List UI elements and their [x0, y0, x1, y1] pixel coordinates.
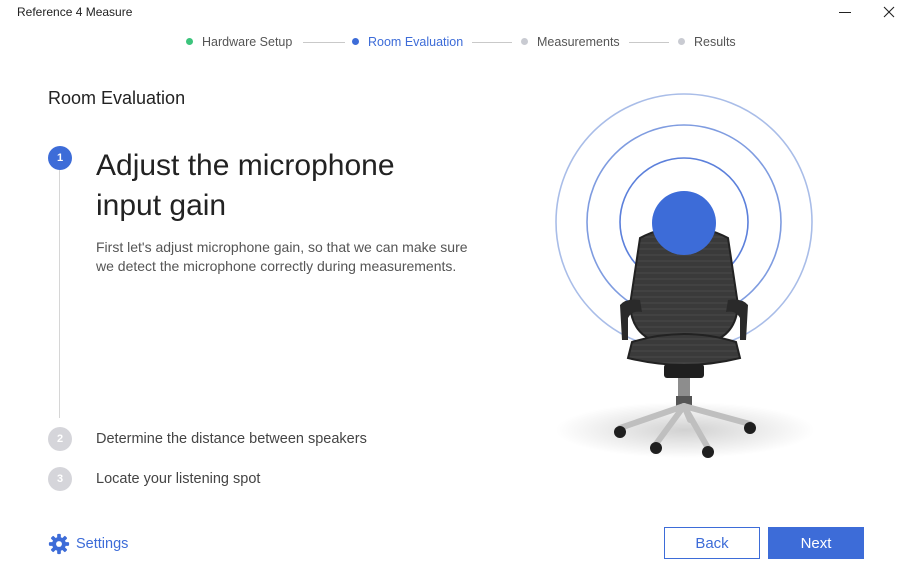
progress-connector: [303, 42, 345, 43]
gear-icon: [48, 533, 70, 555]
progress-connector: [629, 42, 669, 43]
progress-connector: [472, 42, 512, 43]
minimize-icon[interactable]: [837, 4, 853, 20]
chair-illustration: [540, 90, 830, 470]
active-step-description: First let's adjust microphone gain, so t…: [96, 239, 468, 274]
step-dot-icon: [186, 38, 193, 45]
step-label-locate-listening-spot[interactable]: Locate your listening spot: [96, 471, 260, 487]
progress-step-room-evaluation[interactable]: Room Evaluation: [352, 34, 463, 50]
progress-step-results[interactable]: Results: [678, 34, 736, 50]
next-button[interactable]: Next: [768, 527, 864, 559]
step-label-determine-distance[interactable]: Determine the distance between speakers: [96, 431, 367, 447]
progress-step-measurements[interactable]: Measurements: [521, 34, 620, 50]
chair-seat: [626, 333, 742, 366]
step-number-1: 1: [48, 146, 72, 170]
active-step-heading: Adjust the microphone input gain: [96, 149, 395, 222]
step-dot-icon: [678, 38, 685, 45]
section-title: Room Evaluation: [48, 88, 186, 108]
step-number-2: 2: [48, 427, 72, 451]
close-icon[interactable]: [881, 4, 897, 20]
progress-step-hardware-setup[interactable]: Hardware Setup: [186, 34, 292, 50]
step-number-3: 3: [48, 467, 72, 491]
progress-stepper: Hardware Setup Room Evaluation Measureme…: [0, 34, 912, 50]
step-timeline-line: [59, 170, 60, 418]
settings-link[interactable]: Settings: [48, 533, 128, 555]
listener-head-icon: [652, 191, 716, 255]
back-button[interactable]: Back: [664, 527, 760, 559]
step-dot-icon: [521, 38, 528, 45]
settings-label: Settings: [76, 536, 129, 552]
app-title: Reference 4 Measure: [17, 5, 133, 19]
title-bar: Reference 4 Measure: [0, 0, 912, 26]
step-dot-icon: [352, 38, 359, 45]
